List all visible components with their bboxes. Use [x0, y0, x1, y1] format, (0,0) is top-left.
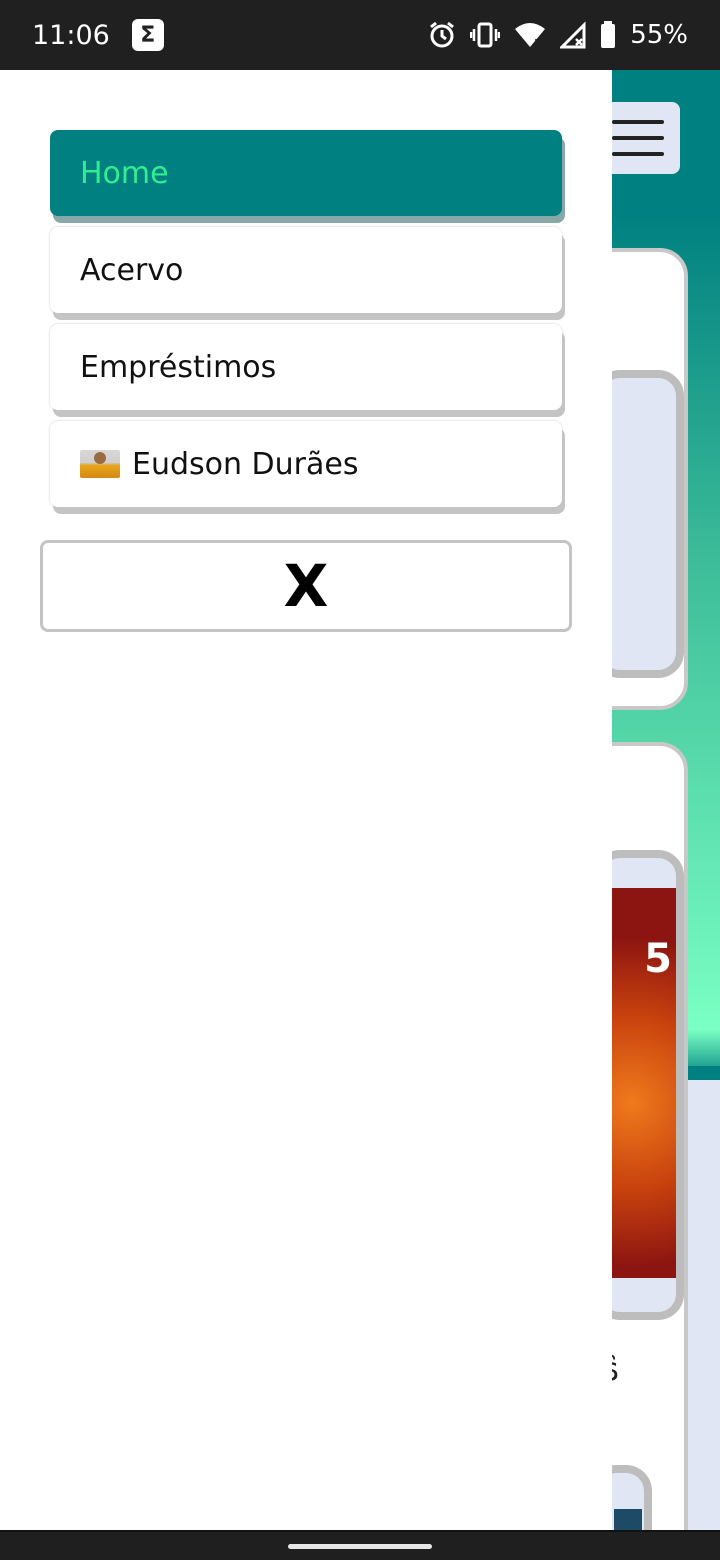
close-drawer-button[interactable]: X — [40, 540, 572, 632]
network-badge: 5 — [534, 37, 541, 49]
hamburger-line — [612, 120, 664, 124]
sigma-app-icon: Σ — [131, 19, 164, 51]
system-navigation-bar — [0, 1530, 720, 1560]
wifi-icon: 5 — [515, 23, 546, 49]
menu-item-label: Acervo — [80, 252, 184, 288]
close-button-label: X — [283, 552, 329, 620]
status-icons: 5 55% — [428, 20, 688, 50]
menu-item-label: Home — [80, 155, 169, 191]
book-cover-text: 5 — [644, 936, 672, 982]
menu-item-label: Eudson Durães — [132, 446, 359, 482]
menu-item-acervo[interactable]: Acervo — [50, 227, 562, 313]
navigation-drawer: Home Acervo Empréstimos Eudson Durães X — [0, 70, 612, 1530]
vibrate-icon — [470, 22, 501, 48]
battery-percent: 55% — [630, 20, 688, 50]
avatar — [80, 450, 120, 478]
menu-item-emprestimos[interactable]: Empréstimos — [50, 324, 562, 410]
status-bar: 11:06 Σ 5 55% — [0, 0, 720, 70]
menu-item-home[interactable]: Home — [50, 130, 562, 216]
menu-item-label: Empréstimos — [80, 349, 277, 385]
screen: 11:06 Σ 5 55% 5 Home Acervo Empréstimos … — [0, 0, 720, 1560]
battery-icon — [601, 21, 616, 48]
signal-icon — [560, 21, 586, 49]
status-time: 11:06 — [32, 19, 110, 51]
menu-item-profile[interactable]: Eudson Durães — [50, 421, 562, 507]
home-gesture-handle[interactable] — [288, 1544, 432, 1549]
book-cover-image: 5 — [602, 888, 676, 1278]
hamburger-line — [612, 136, 664, 140]
alarm-icon — [430, 21, 455, 48]
hamburger-line — [612, 152, 664, 156]
